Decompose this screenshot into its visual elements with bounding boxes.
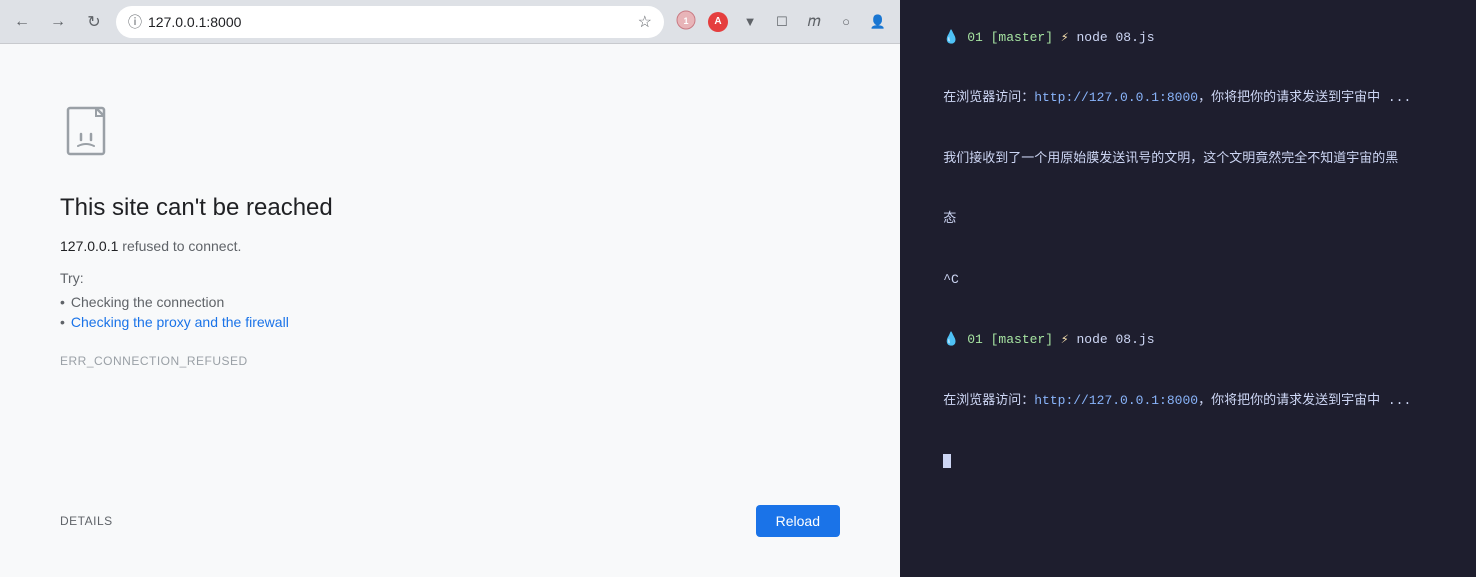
terminal-cursor (943, 454, 951, 468)
details-button[interactable]: DETAILS (60, 514, 113, 528)
extension-icon-5[interactable]: 𝑚 (800, 8, 828, 36)
terminal-line-4: 态 (912, 190, 1464, 249)
error-host: 127.0.0.1 (60, 238, 118, 254)
extension-icon-6[interactable]: ○ (832, 8, 860, 36)
error-code: ERR_CONNECTION_REFUSED (60, 354, 840, 368)
extension-icon-1[interactable]: 1 (672, 8, 700, 36)
back-button[interactable]: ← (8, 8, 36, 36)
terminal-line-6: 💧 01 [master] ⚡ node 08.js (912, 311, 1464, 370)
address-bar[interactable]: ⓘ 127.0.0.1:8000 ☆ (116, 6, 664, 38)
forward-button[interactable]: → (44, 8, 72, 36)
error-icon (60, 104, 120, 164)
proxy-firewall-link[interactable]: Checking the proxy and the firewall (71, 314, 289, 330)
error-title: This site can't be reached (60, 194, 840, 222)
extension-icon-3[interactable]: ▼ (736, 8, 764, 36)
extension-icon-7[interactable]: 👤 (864, 8, 892, 36)
reload-nav-button[interactable]: ↻ (80, 8, 108, 36)
suggestion-1: Checking the connection (60, 294, 840, 310)
toolbar-icons: 1 A ▼ ☐ 𝑚 ○ 👤 (672, 8, 892, 36)
browser-content: This site can't be reached 127.0.0.1 ref… (0, 44, 900, 577)
reload-button[interactable]: Reload (756, 505, 840, 537)
svg-text:1: 1 (683, 16, 688, 26)
extension-icon-4[interactable]: ☐ (768, 8, 796, 36)
browser-panel: ← → ↻ ⓘ 127.0.0.1:8000 ☆ 1 A ▼ ☐ (0, 0, 900, 577)
error-subtitle: 127.0.0.1 refused to connect. (60, 238, 840, 254)
info-icon: ⓘ (128, 12, 142, 32)
suggestion-list: Checking the connection Checking the pro… (60, 294, 840, 334)
terminal-line-8 (912, 432, 1464, 491)
bottom-bar: DETAILS Reload (60, 505, 840, 537)
try-label: Try: (60, 270, 840, 286)
terminal-line-3: 我们接收到了一个用原始膜发送讯号的文明，这个文明竟然完全不知道宇宙的黑 (912, 129, 1464, 188)
abp-icon[interactable]: A (704, 8, 732, 36)
terminal-line-5: ^C (912, 250, 1464, 309)
error-subtitle-text: refused to connect. (118, 238, 241, 254)
suggestion-2[interactable]: Checking the proxy and the firewall (60, 314, 840, 330)
terminal-line-1: 💧 01 [master] ⚡ node 08.js (912, 8, 1464, 67)
terminal-line-7: 在浏览器访问：http://127.0.0.1:8000，你将把你的请求发送到宇… (912, 371, 1464, 430)
terminal-panel: 💧 01 [master] ⚡ node 08.js 在浏览器访问：http:/… (900, 0, 1476, 577)
terminal-line-2: 在浏览器访问：http://127.0.0.1:8000，你将把你的请求发送到宇… (912, 69, 1464, 128)
bookmark-icon: ☆ (638, 12, 652, 32)
browser-toolbar: ← → ↻ ⓘ 127.0.0.1:8000 ☆ 1 A ▼ ☐ (0, 0, 900, 44)
url-text: 127.0.0.1:8000 (148, 14, 632, 30)
